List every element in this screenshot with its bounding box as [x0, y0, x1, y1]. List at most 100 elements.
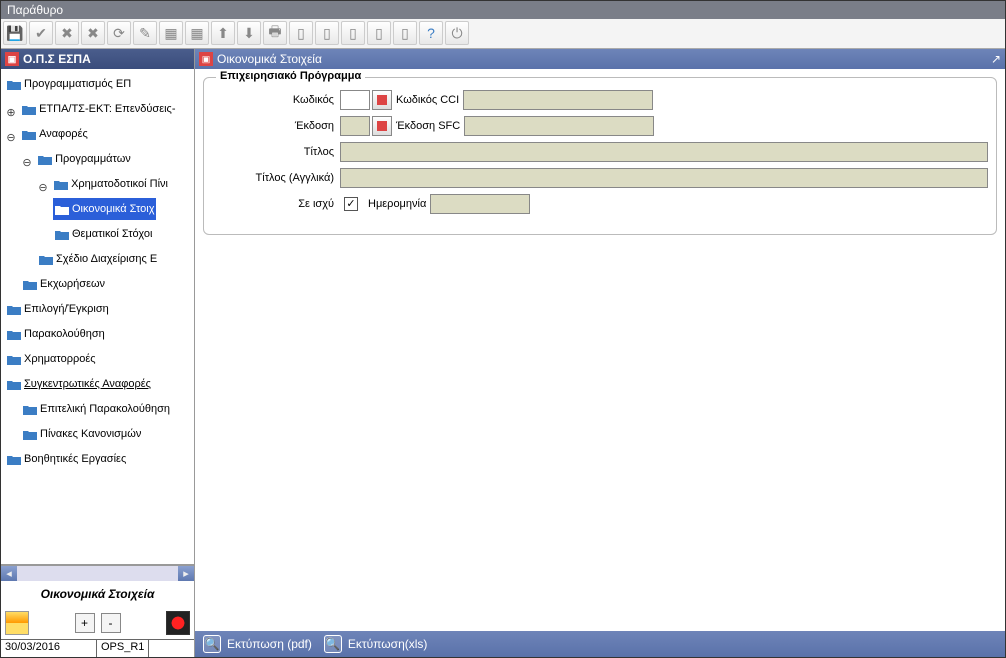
- panel-restore-icon[interactable]: ↗: [991, 52, 1001, 66]
- doc4-icon[interactable]: ▯: [289, 21, 313, 45]
- label-title-en: Τίτλος (Αγγλικά): [212, 172, 340, 184]
- sidebar: ▣ Ο.Π.Σ ΕΣΠΑ Προγραμματισμός ΕΠ ⊕: [1, 49, 195, 657]
- print-xls-button[interactable]: 🔍 Εκτύπωση(xls): [324, 635, 428, 653]
- doc6-icon[interactable]: ▯: [341, 21, 365, 45]
- folder-icon: [22, 128, 36, 140]
- tree-label: ΕΤΠΑ/ΤΣ-ΕΚΤ: Επενδύσεις-: [39, 99, 175, 119]
- label-version-sfc: Έκδοση SFC: [396, 120, 460, 132]
- main-panel: ▣ Οικονομικά Στοιχεία ↗ Επιχειρησιακό Πρ…: [195, 49, 1005, 657]
- tree-item-xrimatodotikoi[interactable]: Χρηματοδοτικοί Πίνι: [52, 173, 170, 195]
- doc8-icon[interactable]: ▯: [393, 21, 417, 45]
- print-icon[interactable]: 🖶: [263, 21, 287, 45]
- panel-titlebar: ▣ Οικονομικά Στοιχεία ↗: [195, 49, 1005, 69]
- folder-icon: [7, 328, 21, 340]
- title-en-input[interactable]: [340, 168, 988, 188]
- tree-item-epilogi[interactable]: Επιλογή/Έγκριση: [5, 298, 111, 320]
- tree-item-programmatismos[interactable]: Προγραμματισμός ΕΠ: [5, 73, 133, 95]
- magnify-icon: 🔍: [324, 635, 342, 653]
- tree-label: Πίνακες Κανονισμών: [40, 424, 141, 444]
- tree-item-pinakes[interactable]: Πίνακες Κανονισμών: [21, 423, 143, 445]
- tree-label: Προγραμματισμός ΕΠ: [24, 74, 131, 94]
- tree-item-sxedio[interactable]: Σχέδιο Διαχείρισης Ε: [37, 248, 159, 270]
- horizontal-scrollbar[interactable]: ◂ ▸: [1, 565, 194, 581]
- save-icon[interactable]: 💾: [3, 21, 27, 45]
- tree-item-xrimatorroes[interactable]: Χρηματορροές: [5, 348, 98, 370]
- up-arrow-icon[interactable]: ⬆: [211, 21, 235, 45]
- print-pdf-button[interactable]: 🔍 Εκτύπωση (pdf): [203, 635, 312, 653]
- tree-label: Προγραμμάτων: [55, 149, 131, 169]
- groupbox-title: Επιχειρησιακό Πρόγραμμα: [216, 70, 365, 82]
- folder-icon: [23, 278, 37, 290]
- tree-label: Θεματικοί Στόχοι: [72, 224, 152, 244]
- lookup-code-button[interactable]: [372, 90, 392, 110]
- help-icon[interactable]: ?: [419, 21, 443, 45]
- status-user: OPS_R1: [97, 640, 149, 657]
- tree-item-etpa[interactable]: ΕΤΠΑ/ΤΣ-ΕΚΤ: Επενδύσεις-: [20, 98, 177, 120]
- tree-label: Χρηματοδοτικοί Πίνι: [71, 174, 168, 194]
- doc-x-icon[interactable]: ✖: [55, 21, 79, 45]
- doc-x2-icon[interactable]: ✖: [81, 21, 105, 45]
- legend-icon[interactable]: [5, 611, 29, 635]
- collapse-toggle[interactable]: ⊖: [5, 128, 17, 148]
- bottom-toolbar: 🔍 Εκτύπωση (pdf) 🔍 Εκτύπωση(xls): [195, 631, 1005, 657]
- doc7-icon[interactable]: ▯: [367, 21, 391, 45]
- down-arrow-icon[interactable]: ⬇: [237, 21, 261, 45]
- lookup-icon: [377, 95, 387, 105]
- lookup-version-button[interactable]: [372, 116, 392, 136]
- code-cci-input[interactable]: [463, 90, 653, 110]
- lookup-icon: [377, 121, 387, 131]
- version-sfc-input[interactable]: [464, 116, 654, 136]
- code-input[interactable]: [340, 90, 370, 110]
- tree-item-sygkentrotikes[interactable]: Συγκεντρωτικές Αναφορές: [5, 373, 153, 395]
- folder-icon: [7, 353, 21, 365]
- tree-label: Επιλογή/Έγκριση: [24, 299, 109, 319]
- scroll-track[interactable]: [17, 566, 178, 581]
- tree-item-ekxoriseon[interactable]: Εκχωρήσεων: [21, 273, 107, 295]
- label-version: Έκδοση: [212, 120, 340, 132]
- tree-label: Σχέδιο Διαχείρισης Ε: [56, 249, 157, 269]
- check-icon[interactable]: ✔: [29, 21, 53, 45]
- tree-item-parakolouthisi[interactable]: Παρακολούθηση: [5, 323, 107, 345]
- folder-icon: [55, 203, 69, 215]
- folder-icon: [23, 403, 37, 415]
- tool2-icon[interactable]: ▦: [185, 21, 209, 45]
- plus-button[interactable]: +: [75, 613, 95, 633]
- doc-refresh-icon[interactable]: ⟳: [107, 21, 131, 45]
- window-titlebar: Παράθυρο: [1, 1, 1005, 19]
- tree-item-oikonomika-selected[interactable]: Οικονομικά Στοιχ: [53, 198, 156, 220]
- tree-item-voithitikes[interactable]: Βοηθητικές Εργασίες: [5, 448, 128, 470]
- tree-item-epiteliki[interactable]: Επιτελική Παρακολούθηση: [21, 398, 172, 420]
- tree-label: Συγκεντρωτικές Αναφορές: [24, 374, 151, 394]
- collapse-toggle[interactable]: ⊖: [37, 178, 49, 198]
- tree-item-anafopes[interactable]: Αναφορές: [20, 123, 90, 145]
- title-input[interactable]: [340, 142, 988, 162]
- tool-icon[interactable]: ▦: [159, 21, 183, 45]
- tree-item-programmaton[interactable]: Προγραμμάτων: [36, 148, 133, 170]
- label-title: Τίτλος: [212, 146, 340, 158]
- label-active: Σε ισχύ: [212, 198, 340, 210]
- collapse-toggle[interactable]: ⊖: [21, 153, 33, 173]
- minus-button[interactable]: -: [101, 613, 121, 633]
- exit-icon[interactable]: [166, 611, 190, 635]
- scroll-left-icon[interactable]: ◂: [1, 566, 17, 581]
- version-input[interactable]: [340, 116, 370, 136]
- tree-label: Παρακολούθηση: [24, 324, 105, 344]
- folder-icon: [7, 453, 21, 465]
- app-icon: ▣: [5, 52, 19, 66]
- tree-item-thematikoi[interactable]: Θεματικοί Στόχοι: [53, 223, 154, 245]
- sidebar-caption: Οικονομικά Στοιχεία: [1, 581, 194, 607]
- tree-label: Αναφορές: [39, 124, 88, 144]
- toolbar: 💾 ✔ ✖ ✖ ⟳ ✎ ▦ ▦ ⬆ ⬇ 🖶 ▯ ▯ ▯ ▯ ▯ ? ⏻: [1, 19, 1005, 49]
- active-checkbox[interactable]: [344, 197, 358, 211]
- folder-icon: [54, 178, 68, 190]
- date-input[interactable]: [430, 194, 530, 214]
- folder-icon: [38, 153, 52, 165]
- scroll-right-icon[interactable]: ▸: [178, 566, 194, 581]
- doc5-icon[interactable]: ▯: [315, 21, 339, 45]
- panel-icon: ▣: [199, 52, 213, 66]
- power-icon[interactable]: ⏻: [445, 21, 469, 45]
- doc-edit-icon[interactable]: ✎: [133, 21, 157, 45]
- status-bar: 30/03/2016 OPS_R1: [1, 639, 194, 657]
- status-date: 30/03/2016: [1, 640, 97, 657]
- expand-toggle[interactable]: ⊕: [5, 103, 17, 123]
